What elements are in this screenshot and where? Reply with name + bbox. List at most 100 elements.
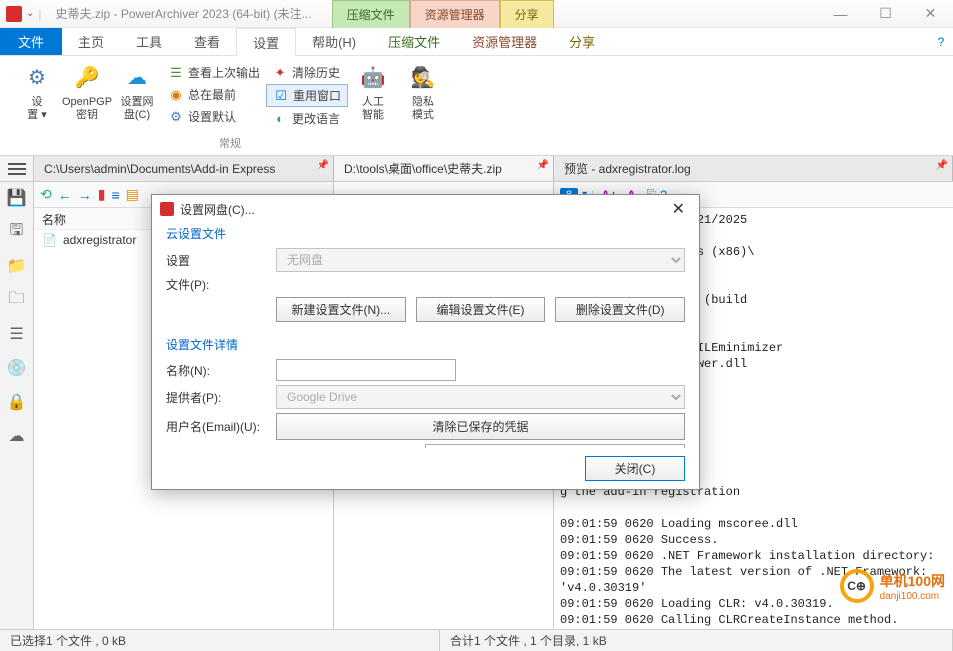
save-icon[interactable]: 🖫 <box>7 222 27 242</box>
open-folder-icon[interactable]: 🗀 <box>7 290 27 310</box>
set-default-button[interactable]: ⚙设置默认 <box>162 106 266 127</box>
delete-profile-button[interactable]: 删除设置文件(D) <box>555 297 685 322</box>
window-title: 史蒂夫.zip - PowerArchiver 2023 (64-bit) (未… <box>56 5 312 22</box>
view-last-output-button[interactable]: ☰查看上次输出 <box>162 62 266 83</box>
edit-profile-button[interactable]: 编辑设置文件(E) <box>416 297 546 322</box>
clear-credentials-button[interactable]: 清除已保存的凭据 <box>276 413 685 440</box>
section-profile-details: 设置文件详情 <box>166 336 685 353</box>
dialog-title: 设置网盘(C)... <box>180 201 255 218</box>
cloud-settings-dialog: 设置网盘(C)... ✕ 云设置文件 设置 无网盘 文件(P): 新建设置文件(… <box>151 194 700 490</box>
refresh-icon[interactable]: ⟲ <box>40 186 52 203</box>
close-dialog-button[interactable]: 关闭(C) <box>585 456 685 481</box>
watermark-url: danji100.com <box>880 591 945 602</box>
qat-dropdown-icon[interactable]: ⌄ <box>26 8 34 19</box>
tab-explorer[interactable]: 资源管理器 <box>456 28 553 55</box>
reuse-window-toggle[interactable]: ☑重用窗口 <box>266 84 348 107</box>
ribbon-tabs: 文件 主页 工具 查看 设置 帮助(H) 压缩文件 资源管理器 分享 ? <box>0 28 953 56</box>
context-tab-explorer[interactable]: 资源管理器 <box>410 0 500 28</box>
cloud-drive-select[interactable]: 无网盘 <box>276 248 685 272</box>
new-profile-button[interactable]: 新建设置文件(N)... <box>276 297 406 322</box>
label-name: 名称(N): <box>166 362 266 379</box>
pin-icon[interactable]: 📌 <box>936 160 948 171</box>
watermark-logo: C⊕ 单机100网 danji100.com <box>840 569 945 603</box>
label-provider: 提供者(P): <box>166 389 266 406</box>
app-icon <box>6 6 22 22</box>
gear-small-icon: ⚙ <box>168 109 184 125</box>
path-row: C:\Users\admin\Documents\Add-in Express📌… <box>0 156 953 182</box>
cloud-icon[interactable]: ☁ <box>7 426 27 446</box>
globe-icon: ◐ <box>272 111 288 127</box>
list-icon[interactable]: ☰ <box>7 324 27 344</box>
minimize-button[interactable]: — <box>818 0 863 28</box>
gear-icon: ⚙ <box>21 62 53 94</box>
pin-icon[interactable]: 📌 <box>317 160 329 171</box>
dialog-body: 云设置文件 设置 无网盘 文件(P): 新建设置文件(N)... 编辑设置文件(… <box>152 223 699 448</box>
view2-icon[interactable]: ≡ <box>111 187 119 203</box>
window-buttons: — ☐ ✕ <box>818 0 953 28</box>
back-icon[interactable]: ← <box>58 187 72 203</box>
change-language-button[interactable]: ◐更改语言 <box>266 108 348 129</box>
dialog-close-button[interactable]: ✕ <box>666 199 691 219</box>
hamburger-icon[interactable] <box>0 156 34 181</box>
settings-button[interactable]: ⚙ 设 置 ▾ <box>12 60 62 133</box>
cloud-icon: ☁ <box>121 62 153 94</box>
tab-help[interactable]: 帮助(H) <box>296 28 372 55</box>
dialog-titlebar: 设置网盘(C)... ✕ <box>152 195 699 223</box>
pin-icon[interactable]: 📌 <box>537 160 549 171</box>
clear-history-button[interactable]: ✦清除历史 <box>266 62 348 83</box>
dialog-app-icon <box>160 202 174 216</box>
forward-icon[interactable]: → <box>78 187 92 203</box>
titlebar: ⌄ | 史蒂夫.zip - PowerArchiver 2023 (64-bit… <box>0 0 953 28</box>
help-icon[interactable]: ? <box>929 28 953 55</box>
disk-icon[interactable]: 💾 <box>7 188 27 208</box>
tab-compress[interactable]: 压缩文件 <box>372 28 456 55</box>
label-settings: 设置 <box>166 252 266 269</box>
context-tab-compress[interactable]: 压缩文件 <box>332 0 410 28</box>
folder-icon[interactable]: 📁 <box>7 256 27 276</box>
tab-home[interactable]: 主页 <box>62 28 120 55</box>
cloud-settings-button[interactable]: ☁ 设置网 盘(C) <box>112 60 162 133</box>
label-files: 文件(P): <box>166 276 266 293</box>
watermark-badge-icon: C⊕ <box>840 569 874 603</box>
key-icon: 🔑 <box>71 62 103 94</box>
side-toolbar: 💾 🖫 📁 🗀 ☰ 💿 🔒 ☁ <box>0 182 34 629</box>
file-icon: 📄 <box>42 233 57 247</box>
label-username: 用户名(Email)(U): <box>166 418 266 435</box>
ribbon-group-label: 常规 <box>219 133 241 155</box>
qat: ⌄ | <box>0 6 48 22</box>
context-tab-share[interactable]: 分享 <box>500 0 554 28</box>
ribbon-body: ⚙ 设 置 ▾ 🔑 OpenPGP 密钥 ☁ 设置网 盘(C) ☰查看上次输出 … <box>0 56 953 156</box>
context-tabs: 压缩文件 资源管理器 分享 <box>332 0 554 28</box>
tab-file[interactable]: 文件 <box>0 28 62 55</box>
maximize-button[interactable]: ☐ <box>863 0 908 28</box>
path-segment-right[interactable]: 预览 - adxregistrator.log📌 <box>554 156 953 181</box>
tab-tools[interactable]: 工具 <box>120 28 178 55</box>
path-segment-mid[interactable]: D:\tools\桌面\office\史蒂夫.zip📌 <box>334 156 554 181</box>
file-name: adxregistrator <box>63 233 136 247</box>
robot-icon: 🤖 <box>357 62 389 94</box>
ai-button[interactable]: 🤖 人工 智能 <box>348 60 398 133</box>
checkbox-checked-icon: ☑ <box>273 88 289 104</box>
incognito-icon: 🕵 <box>407 62 439 94</box>
close-button[interactable]: ✕ <box>908 0 953 28</box>
view3-icon[interactable]: ▤ <box>126 186 139 203</box>
openpgp-button[interactable]: 🔑 OpenPGP 密钥 <box>62 60 112 133</box>
list-icon: ☰ <box>168 65 184 81</box>
view1-icon[interactable]: ▮ <box>98 186 106 203</box>
status-totals: 合计1 个文件 , 1 个目录, 1 kB <box>440 630 953 651</box>
provider-select[interactable]: Google Drive <box>276 385 685 409</box>
disc-icon[interactable]: 💿 <box>7 358 27 378</box>
path-segment-left[interactable]: C:\Users\admin\Documents\Add-in Express📌 <box>34 156 334 181</box>
status-selection: 已选择1 个文件 , 0 kB <box>0 630 440 651</box>
tab-settings[interactable]: 设置 <box>236 28 296 56</box>
always-on-top-button[interactable]: ◉总在最前 <box>162 84 266 105</box>
section-cloud-files: 云设置文件 <box>166 225 685 242</box>
tab-view[interactable]: 查看 <box>178 28 236 55</box>
tab-share[interactable]: 分享 <box>553 28 611 55</box>
privacy-mode-button[interactable]: 🕵 隐私 模式 <box>398 60 448 133</box>
qat-sep: | <box>38 7 41 21</box>
watermark-text: 单机100网 <box>880 571 945 591</box>
lock-icon[interactable]: 🔒 <box>7 392 27 412</box>
name-field[interactable] <box>276 359 456 381</box>
circle-icon: ◉ <box>168 87 184 103</box>
